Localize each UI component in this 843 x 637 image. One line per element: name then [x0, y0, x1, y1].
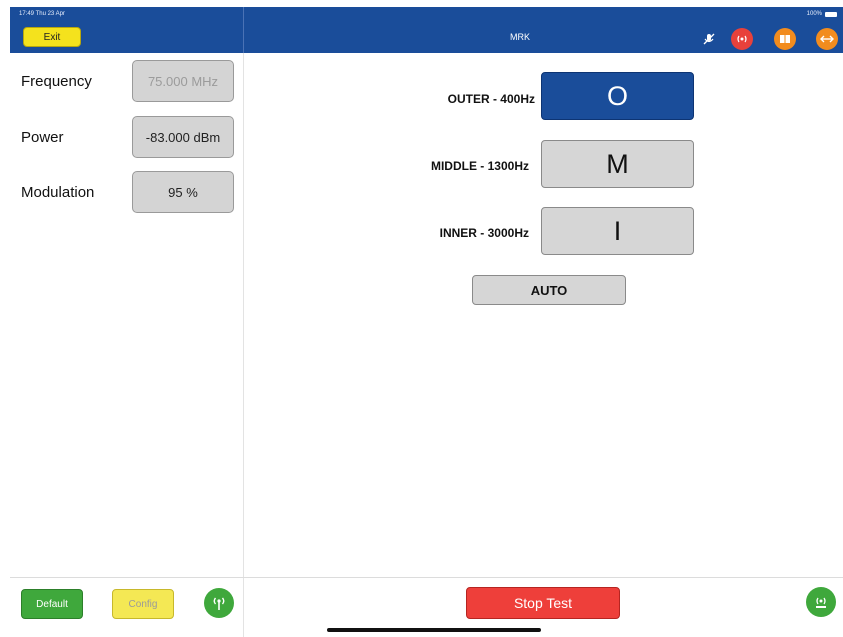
- power-field[interactable]: -83.000 dBm: [132, 116, 234, 158]
- header-bar: 17:49 Thu 23 Apr 100% Exit MRK: [10, 7, 843, 53]
- page-title: MRK: [510, 32, 530, 42]
- status-time: 17:49 Thu 23 Apr: [19, 11, 65, 17]
- signal-icon[interactable]: [806, 587, 836, 617]
- arrows-horizontal-icon[interactable]: [816, 28, 838, 50]
- inner-marker-button[interactable]: I: [541, 207, 694, 255]
- footer-bar: Default Config Stop Test: [10, 577, 843, 637]
- middle-marker-button[interactable]: M: [541, 140, 694, 188]
- header-divider: [243, 7, 244, 53]
- outer-marker-button[interactable]: O: [541, 72, 694, 120]
- footer-divider: [243, 578, 244, 637]
- auto-button[interactable]: AUTO: [472, 275, 626, 305]
- frequency-label: Frequency: [21, 73, 92, 90]
- broadcast-icon[interactable]: [731, 28, 753, 50]
- stop-test-button[interactable]: Stop Test: [466, 587, 620, 619]
- modulation-field[interactable]: 95 %: [132, 171, 234, 213]
- antenna-icon[interactable]: [204, 588, 234, 618]
- book-icon[interactable]: [774, 28, 796, 50]
- inner-marker-label: INNER - 3000Hz: [439, 226, 529, 240]
- modulation-label: Modulation: [21, 184, 95, 201]
- home-indicator[interactable]: [327, 628, 541, 632]
- status-battery: 100%: [807, 11, 837, 17]
- frequency-field[interactable]: 75.000 MHz: [132, 60, 234, 102]
- exit-button[interactable]: Exit: [23, 27, 81, 47]
- outer-marker-label: OUTER - 400Hz: [447, 92, 535, 106]
- battery-icon: [825, 11, 837, 17]
- microphone-off-icon[interactable]: [702, 32, 716, 46]
- config-button[interactable]: Config: [112, 589, 174, 619]
- settings-panel: Frequency 75.000 MHz Power -83.000 dBm M…: [10, 53, 244, 577]
- battery-label: 100%: [806, 11, 822, 17]
- default-button[interactable]: Default: [21, 589, 83, 619]
- middle-marker-label: MIDDLE - 1300Hz: [430, 159, 529, 173]
- app-window: 17:49 Thu 23 Apr 100% Exit MRK Frequency…: [10, 7, 843, 637]
- power-label: Power: [21, 129, 64, 146]
